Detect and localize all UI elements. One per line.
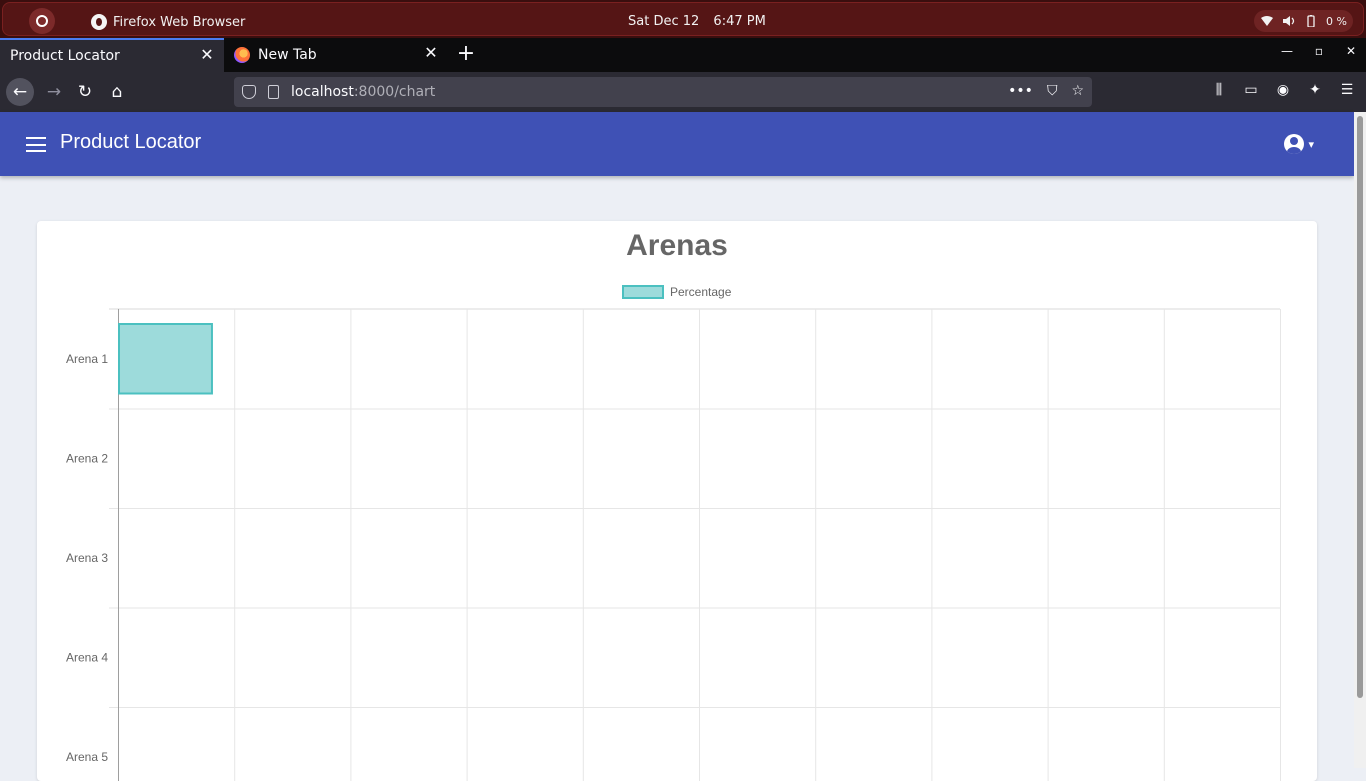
battery-icon: [1307, 15, 1315, 27]
library-icon[interactable]: ⫼: [1210, 82, 1228, 98]
firefox-icon: [91, 14, 107, 30]
close-tab-icon[interactable]: ✕: [424, 45, 438, 61]
account-sync-icon[interactable]: ◉: [1274, 82, 1292, 98]
account-circle-icon: [1284, 134, 1305, 154]
url-path: :8000/chart: [353, 84, 436, 100]
y-tick-label: Arena 3: [66, 551, 108, 565]
toolbar-right-icons: ⫼ ▭ ◉ ✦ ☰: [1210, 82, 1356, 98]
bar-arena-1: [118, 323, 213, 395]
y-tick-label: Arena 5: [66, 750, 108, 764]
url-text[interactable]: localhost:8000/chart: [291, 84, 435, 100]
tracking-protection-icon[interactable]: [242, 85, 256, 99]
system-tray[interactable]: 0 %: [1254, 10, 1353, 32]
y-tick-label: Arena 4: [66, 650, 108, 664]
reload-button[interactable]: ↻: [71, 78, 99, 106]
forward-button[interactable]: →: [40, 78, 68, 106]
tab-title: Product Locator: [10, 48, 120, 64]
scrollbar-thumb[interactable]: [1357, 116, 1363, 698]
menu-icon[interactable]: ☰: [1338, 82, 1356, 98]
os-time: 6:47 PM: [713, 14, 766, 29]
y-tick-label: Arena 1: [66, 352, 108, 366]
chevron-down-icon: ▾: [1308, 137, 1314, 151]
page-scrollbar[interactable]: [1354, 112, 1366, 768]
restore-icon[interactable]: ▫: [1312, 44, 1326, 58]
hamburger-menu-icon[interactable]: [26, 137, 46, 152]
app-header: Product Locator ▾: [0, 112, 1354, 176]
account-menu[interactable]: ▾: [1284, 134, 1314, 154]
close-window-icon[interactable]: ✕: [1344, 44, 1358, 58]
chart-card: Arenas Percentage Arena 1 Arena 2 Arena 3A…: [37, 221, 1317, 781]
app-title: Product Locator: [60, 131, 202, 153]
page-info-icon[interactable]: [268, 85, 279, 99]
os-top-bar: Firefox Web Browser Sat Dec 12 6:47 PM 0…: [0, 0, 1366, 38]
url-bar-actions: ••• ⛉ ☆: [1008, 83, 1084, 99]
pocket-icon[interactable]: ⛉: [1047, 83, 1058, 99]
tab-title: New Tab: [258, 47, 317, 63]
browser-tab-strip: Product Locator ✕ New Tab ✕: [0, 38, 1366, 72]
os-clock[interactable]: Sat Dec 12 6:47 PM: [628, 14, 766, 29]
battery-percent: 0 %: [1326, 14, 1347, 28]
tab-product-locator[interactable]: Product Locator ✕: [0, 38, 224, 72]
activities-icon[interactable]: [29, 8, 55, 34]
y-tick-label: Arena 2: [66, 451, 108, 465]
os-app-menu[interactable]: Firefox Web Browser: [91, 14, 245, 30]
window-controls: — ▫ ✕: [1280, 44, 1358, 58]
wifi-icon: [1261, 16, 1274, 26]
page-actions-icon[interactable]: •••: [1008, 83, 1033, 99]
back-button[interactable]: ←: [6, 78, 34, 106]
browser-toolbar: ← → ↻ ⌂ localhost:8000/chart ••• ⛉ ☆ ⫼ ▭…: [0, 72, 1366, 112]
new-tab-button[interactable]: +: [456, 43, 476, 65]
os-date: Sat Dec 12: [628, 14, 700, 29]
close-tab-icon[interactable]: ✕: [200, 47, 214, 63]
home-button[interactable]: ⌂: [103, 78, 131, 106]
bookmark-star-icon[interactable]: ☆: [1071, 83, 1084, 99]
tab-new-tab[interactable]: New Tab ✕: [226, 38, 448, 72]
url-bar[interactable]: localhost:8000/chart ••• ⛉ ☆: [234, 77, 1092, 107]
extension-icon[interactable]: ✦: [1306, 82, 1324, 98]
volume-icon: [1283, 16, 1295, 26]
sidebar-icon[interactable]: ▭: [1242, 82, 1260, 98]
chart-plot: Arena 1 Arena 2 Arena 3 Arena 4 Arena 5: [66, 308, 1281, 781]
minimize-icon[interactable]: —: [1280, 44, 1294, 58]
firefox-favicon-icon: [234, 47, 250, 63]
url-host: localhost: [291, 84, 354, 100]
os-app-name: Firefox Web Browser: [113, 14, 246, 30]
os-top-bar-panel: Firefox Web Browser Sat Dec 12 6:47 PM 0…: [2, 2, 1364, 36]
